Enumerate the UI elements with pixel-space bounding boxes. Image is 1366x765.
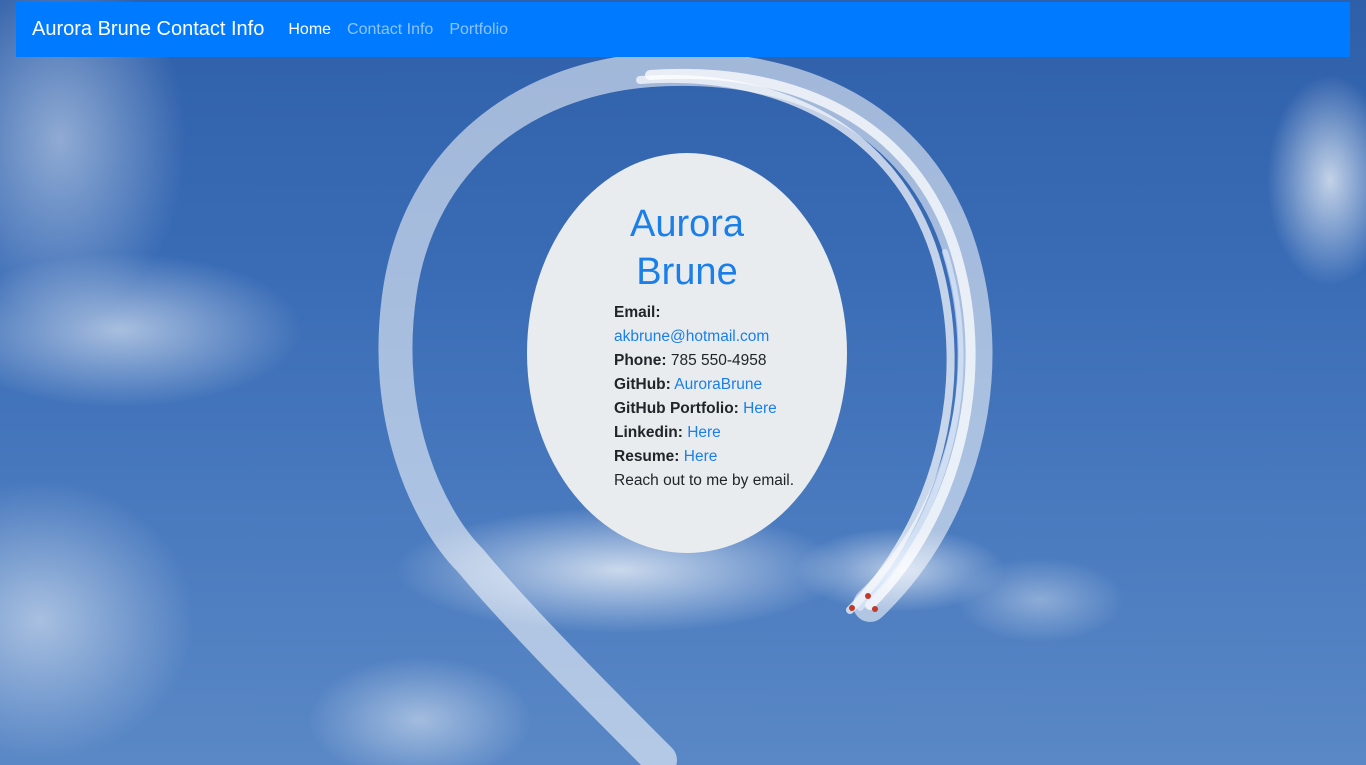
resume-label: Resume: <box>614 448 680 465</box>
nav-link-contact-info[interactable]: Contact Info <box>347 21 433 39</box>
brand-link[interactable]: Aurora Brune Contact Info <box>32 18 264 41</box>
github-label: GitHub: <box>614 376 671 393</box>
page-title: Aurora Brune <box>527 200 847 296</box>
nav-link-portfolio[interactable]: Portfolio <box>449 21 508 39</box>
github-portfolio-link[interactable]: Here <box>743 400 777 417</box>
linkedin-label: Linkedin: <box>614 424 683 441</box>
email-label: Email: <box>614 304 661 321</box>
name-first: Aurora <box>629 203 745 245</box>
linkedin-link[interactable]: Here <box>687 424 721 441</box>
contact-note: Reach out to me by email. <box>614 472 795 489</box>
github-portfolio-label: GitHub Portfolio: <box>614 400 739 417</box>
phone-value: 785 550-4958 <box>670 352 767 369</box>
nav-link-home[interactable]: Home <box>288 21 331 39</box>
github-link[interactable]: AuroraBrune <box>674 376 762 393</box>
contact-details: Email: akbrune@hotmail.com Phone: 785 55… <box>614 301 844 493</box>
name-last: Brune <box>636 251 738 293</box>
email-link[interactable]: akbrune@hotmail.com <box>614 328 769 345</box>
contact-card: Aurora Brune Email: akbrune@hotmail.com … <box>527 153 847 553</box>
page: Aurora Brune Contact Info Home Contact I… <box>0 0 1366 765</box>
phone-label: Phone: <box>614 352 667 369</box>
navbar: Aurora Brune Contact Info Home Contact I… <box>16 2 1350 57</box>
resume-link[interactable]: Here <box>684 448 718 465</box>
